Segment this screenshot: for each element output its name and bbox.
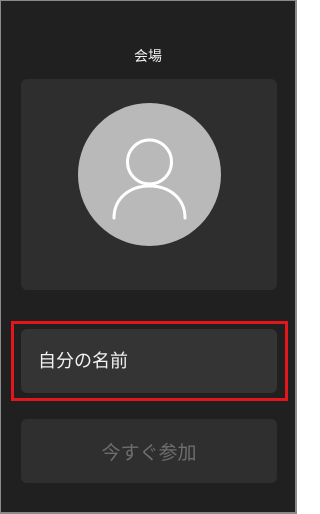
video-preview-card (21, 79, 277, 290)
page-title: 会場 (134, 49, 162, 65)
person-outline-icon (112, 138, 187, 220)
avatar (78, 103, 221, 246)
join-now-button[interactable]: 今すぐ参加 (21, 419, 277, 483)
join-screen: 会場 今すぐ参加 (0, 0, 297, 514)
name-input[interactable] (21, 329, 277, 393)
